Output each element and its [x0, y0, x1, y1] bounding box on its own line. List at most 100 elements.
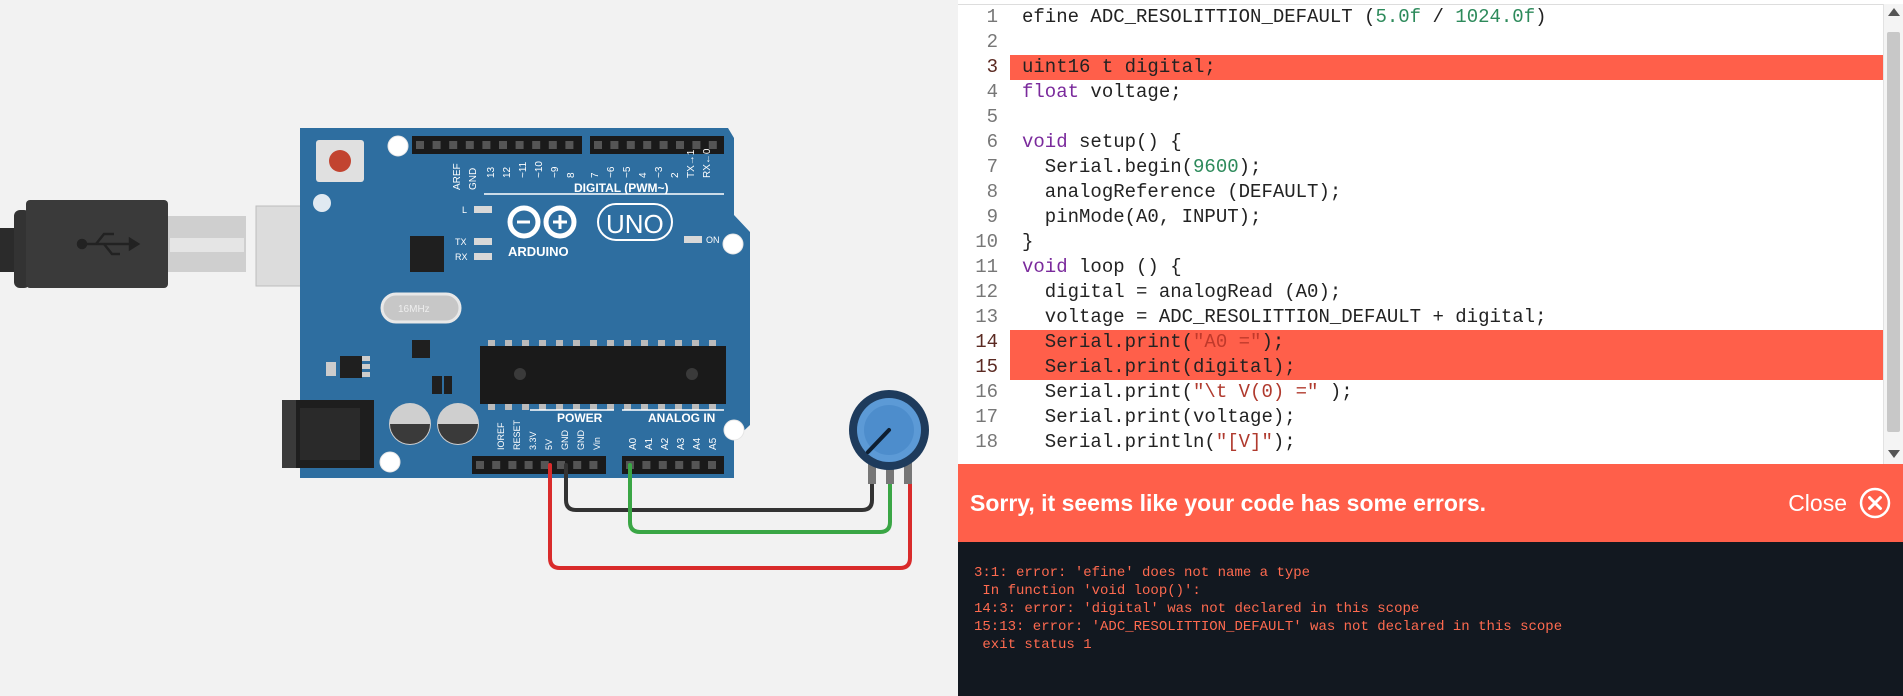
circuit-canvas[interactable]: AREF GND 13 12 ~11 ~10 ~9 8 7 ~6 ~5 4 ~3 2 TX→1 RX←0 … [0, 0, 958, 696]
code-token: ); [1261, 331, 1285, 353]
code-line[interactable]: 12 digital = analogRead (A0); [958, 280, 1903, 305]
compiler-output-console: 3:1: error: 'efine' does not name a type… [958, 542, 1903, 696]
pin-label-top: TX→1 [686, 149, 697, 178]
pin-label-top: ~6 [606, 166, 617, 178]
scroll-up-icon[interactable] [1888, 8, 1900, 16]
code-line[interactable]: 16 Serial.print("\t V(0) =" ); [958, 380, 1903, 405]
code-token: voltage = ADC_RESOLITTION_DEFAULT + digi… [1022, 306, 1547, 328]
usb-chip [410, 236, 444, 272]
header-power [472, 456, 606, 474]
code-token: "[V]" [1215, 431, 1273, 453]
pin-label-top: 8 [566, 172, 577, 178]
line-number: 5 [986, 106, 998, 128]
reset-button[interactable] [316, 140, 364, 182]
code-text: analogReference (DEFAULT); [1010, 180, 1341, 205]
pin-label-top: ~9 [550, 166, 561, 178]
code-token: pinMode(A0, INPUT); [1022, 206, 1262, 228]
model-label: UNO [606, 209, 664, 239]
code-token: Serial.print(digital); [1022, 356, 1296, 378]
line-number: 4 [986, 81, 998, 103]
code-line[interactable]: 11 void loop () { [958, 255, 1903, 280]
atmega-microcontroller [480, 340, 726, 410]
label-led-rx: RX [455, 252, 468, 262]
code-line[interactable]: 6 void setup() { [958, 130, 1903, 155]
code-line[interactable]: 4 float voltage; [958, 80, 1903, 105]
code-line[interactable]: 8 analogReference (DEFAULT); [958, 180, 1903, 205]
code-line[interactable]: 9 pinMode(A0, INPUT); [958, 205, 1903, 230]
code-text: Serial.print(voltage); [1010, 405, 1296, 430]
pin-label-analog: A2 [660, 437, 671, 450]
code-token: ); [1238, 156, 1262, 178]
code-token: Serial.println( [1022, 431, 1216, 453]
pin-label-power: GND [560, 430, 570, 451]
code-line[interactable]: 7 Serial.begin(9600); [958, 155, 1903, 180]
label-analog-in: ANALOG IN [648, 411, 715, 425]
pin-label-analog: A1 [644, 437, 655, 450]
console-line: 3:1: error: 'efine' does not name a type [974, 565, 1311, 581]
circuit-diagram[interactable]: AREF GND 13 12 ~11 ~10 ~9 8 7 ~6 ~5 4 ~3 2 TX→1 RX←0 … [0, 0, 958, 696]
close-label: Close [1788, 489, 1847, 516]
app-root: AREF GND 13 12 ~11 ~10 ~9 8 7 ~6 ~5 4 ~3 2 TX→1 RX←0 … [0, 0, 1903, 696]
scroll-thumb[interactable] [1887, 32, 1900, 432]
code-line[interactable]: 13 voltage = ADC_RESOLITTION_DEFAULT + d… [958, 305, 1903, 330]
pin-label-analog: A5 [708, 437, 719, 450]
wires[interactable] [548, 463, 912, 570]
code-text: digital = analogRead (A0); [1010, 280, 1341, 305]
code-line-error[interactable]: 15 Serial.print(digital); [958, 355, 1903, 380]
pin-label-top: ~10 [534, 161, 545, 178]
pin-label-top: ~5 [622, 166, 633, 178]
label-led-tx: TX [455, 237, 467, 247]
line-number: 7 [986, 156, 998, 178]
code-text: Serial.print(digital); [1010, 355, 1296, 380]
code-line[interactable]: 17 Serial.print(voltage); [958, 405, 1903, 430]
power-jack[interactable] [282, 400, 374, 468]
code-line-error[interactable]: 14 Serial.print("A0 ="); [958, 330, 1903, 355]
close-circle-icon[interactable] [1859, 487, 1891, 519]
line-number: 12 [975, 281, 998, 303]
line-number: 1 [986, 6, 998, 28]
wire-red-5v[interactable] [548, 463, 912, 570]
code-token: setup() { [1067, 131, 1182, 153]
code-token: analogReference (DEFAULT); [1022, 181, 1342, 203]
console-line: 15:13: error: 'ADC_RESOLITTION_DEFAULT' … [974, 619, 1563, 635]
code-text: Serial.print("\t V(0) =" ); [1010, 380, 1353, 405]
console-line: In function 'void loop()': [974, 583, 1201, 599]
code-text: float voltage; [1010, 80, 1182, 105]
code-line-error[interactable]: 3 uint16 t digital; [958, 55, 1903, 80]
voltage-regulator [340, 356, 362, 378]
pin-label-power: Vin [592, 437, 602, 450]
code-token: digital = analogRead (A0); [1022, 281, 1342, 303]
code-line[interactable]: 1 efine ADC_RESOLITTION_DEFAULT (5.0f / 1… [958, 5, 1903, 30]
code-token: void [1022, 131, 1068, 153]
pin-label-top: 13 [486, 166, 497, 178]
scroll-down-icon[interactable] [1888, 450, 1900, 458]
error-banner: Sorry, it seems like your code has some … [958, 464, 1903, 542]
pin-label-top: 7 [590, 172, 601, 178]
code-text: void loop () { [1010, 255, 1182, 280]
code-text: voltage = ADC_RESOLITTION_DEFAULT + digi… [1010, 305, 1547, 330]
line-number: 13 [975, 306, 998, 328]
code-editor[interactable]: 1 efine ADC_RESOLITTION_DEFAULT (5.0f / 1… [958, 4, 1903, 464]
code-line[interactable]: 10} [958, 230, 1903, 255]
pin-label-power: 3.3V [528, 431, 538, 450]
arduino-uno-board[interactable]: AREF GND 13 12 ~11 ~10 ~9 8 7 ~6 ~5 4 ~3 2 TX→1 RX←0 … [282, 128, 750, 478]
line-number: 6 [986, 131, 998, 153]
crystal-oscillator: 16MHz [380, 292, 462, 324]
code-token: "A0 =" [1193, 331, 1262, 353]
label-power: POWER [557, 411, 603, 425]
code-text: efine ADC_RESOLITTION_DEFAULT (5.0f / 10… [1010, 5, 1547, 30]
code-line[interactable]: 2 [958, 30, 1903, 55]
line-number: 10 [975, 231, 998, 253]
close-button[interactable]: Close [1788, 484, 1891, 522]
potentiometer[interactable] [849, 390, 929, 484]
code-scrollbar[interactable] [1883, 4, 1903, 464]
console-line: 14:3: error: 'digital' was not declared … [974, 601, 1420, 617]
code-token: 5.0f [1375, 6, 1422, 28]
label-led-on: ON [706, 235, 720, 245]
code-line[interactable]: 5 [958, 105, 1903, 130]
code-line[interactable]: 18 Serial.println("[V]"); [958, 430, 1903, 455]
code-text: Serial.begin(9600); [1010, 155, 1262, 180]
pin-label-top: ~3 [654, 166, 665, 178]
code-token: void [1022, 256, 1068, 278]
code-token: / [1421, 6, 1456, 28]
